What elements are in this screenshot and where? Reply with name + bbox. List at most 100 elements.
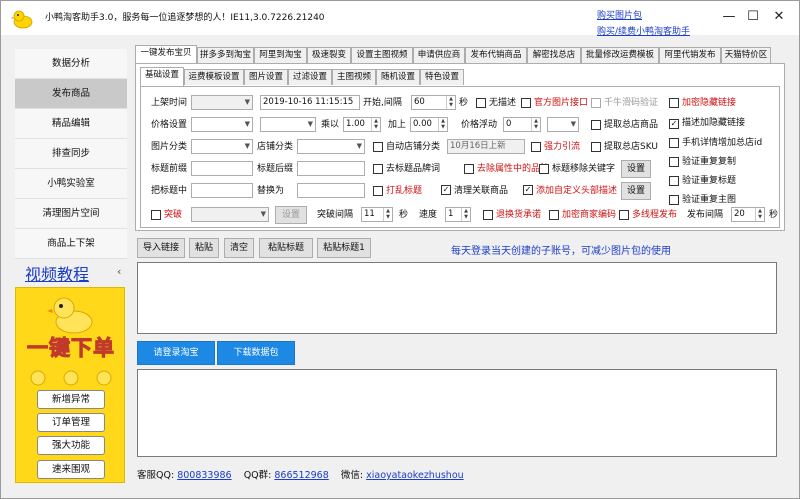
subtab-random[interactable]: 随机设置 [376, 69, 420, 85]
subtab-image[interactable]: 图片设置 [244, 69, 288, 85]
sidebar-item-lab[interactable]: 小鸭实验室 [15, 169, 127, 199]
publish-interval-spinner[interactable]: 20 ▲ ▼ [731, 207, 765, 222]
speed-spinner[interactable]: 1 ▲ ▼ [445, 207, 471, 222]
captcha-checkbox[interactable] [591, 98, 601, 108]
promo-features-button[interactable]: 强大功能 [37, 436, 105, 455]
verify-dup-main-image-checkbox[interactable] [669, 195, 679, 205]
subtab-video[interactable]: 主图视频 [332, 69, 376, 85]
title-bar: 小鸭淘客助手3.0，服务每一位追逐梦想的人！IE11,3.0.7226.2124… [1, 1, 799, 37]
breakthrough-settings-button[interactable]: 设置 [275, 206, 307, 224]
sidebar-item-sync[interactable]: 排查同步 [15, 139, 127, 169]
subtab-basic[interactable]: 基础设置 [140, 67, 184, 86]
remove-keywords-checkbox[interactable] [539, 164, 549, 174]
promo-new-exception-button[interactable]: 新增异常 [37, 390, 105, 409]
subtab-freight[interactable]: 运费模板设置 [184, 69, 244, 85]
official-image-checkbox[interactable] [521, 98, 531, 108]
remove-brand-checkbox[interactable] [373, 164, 383, 174]
remove-attr-brand-checkbox[interactable] [464, 164, 474, 174]
close-button[interactable]: ✕ [767, 9, 791, 27]
interval-spinner[interactable]: 60 ▲ ▼ [411, 95, 456, 110]
extract-store-checkbox[interactable] [591, 120, 601, 130]
shelf-datetime-input[interactable]: 2019-10-16 11:15:15 [260, 95, 360, 110]
hidden-link-checkbox[interactable] [669, 98, 679, 108]
subtab-filter[interactable]: 过滤设置 [288, 69, 332, 85]
link-input-area[interactable] [137, 262, 777, 334]
tab-supplier[interactable]: 申请供应商 [413, 47, 465, 63]
collapse-chevron-icon[interactable]: ‹ [117, 265, 121, 278]
tab-decrypt-store[interactable]: 解密找总店 [527, 47, 581, 63]
tab-fast-split[interactable]: 极速裂变 [307, 47, 351, 63]
promo-watch-button[interactable]: 速来围观 [37, 460, 105, 479]
strong-drain-checkbox[interactable] [531, 142, 541, 152]
main-tab-bar: 一键发布宝贝 拼多多到淘宝 阿里到淘宝 极速裂变 设置主图视频 申请供应商 发布… [135, 45, 785, 64]
price-source-select[interactable]: ▼ [260, 117, 316, 132]
subtab-feature[interactable]: 特色设置 [420, 69, 464, 85]
tab-freight-template[interactable]: 批量修改运费模板 [581, 47, 659, 63]
clean-related-checkbox[interactable]: ✓ [441, 185, 451, 195]
download-data-button[interactable]: 下载数据包 [217, 341, 295, 365]
encrypt-code-label: 加密商家编码 [562, 210, 617, 220]
multithread-checkbox[interactable] [619, 210, 629, 220]
float-unit-select[interactable]: ▼ [547, 117, 579, 132]
log-output-area[interactable] [137, 369, 777, 457]
title-prefix-input[interactable] [191, 161, 253, 176]
describe-hidden-checkbox[interactable]: ✓ [669, 119, 679, 129]
paste-title-1-button[interactable]: 粘贴标题1 [317, 238, 371, 258]
sidebar-item-data-analysis[interactable]: 数据分析 [15, 49, 127, 79]
wechat-link[interactable]: xiaoyataokezhushou [366, 470, 464, 481]
buy-renew-link[interactable]: 购买/续费小鸭淘客助手 [597, 24, 690, 40]
video-tutorial-link[interactable]: 视频教程 [25, 261, 89, 285]
price-mode-select[interactable]: ▼ [191, 117, 253, 132]
promo-order-management-button[interactable]: 订单管理 [37, 413, 105, 432]
login-taobao-button[interactable]: 请登录淘宝 [137, 341, 215, 365]
auto-category-checkbox[interactable] [373, 142, 383, 152]
extract-sku-checkbox[interactable] [591, 142, 601, 152]
minimize-button[interactable]: — [717, 9, 741, 27]
title-replace-input[interactable] [297, 183, 365, 198]
qq-group-link[interactable]: 866512968 [274, 470, 328, 481]
add-custom-header-checkbox[interactable]: ✓ [523, 185, 533, 195]
tab-pdd-to-taobao[interactable]: 拼多多到淘宝 [197, 47, 254, 63]
clear-button[interactable]: 清空 [224, 238, 254, 258]
title-suffix-input[interactable] [297, 161, 365, 176]
tab-ali-to-taobao[interactable]: 阿里到淘宝 [254, 47, 307, 63]
paste-button[interactable]: 粘贴 [189, 238, 219, 258]
refund-promise-checkbox[interactable] [483, 210, 493, 220]
tab-tmall-special[interactable]: 天猫特价区 [721, 47, 771, 63]
breakthrough-checkbox[interactable] [151, 210, 161, 220]
custom-header-settings-button[interactable]: 设置 [621, 182, 651, 200]
title-find-input[interactable] [191, 183, 253, 198]
tab-consign[interactable]: 发布代销商品 [465, 47, 527, 63]
tab-ali-consign[interactable]: 阿里代销发布 [659, 47, 721, 63]
image-category-select[interactable]: ▼ [191, 139, 253, 154]
remove-keywords-settings-button[interactable]: 设置 [621, 160, 651, 178]
store-category-select[interactable]: ▼ [297, 139, 365, 154]
sidebar-item-publish[interactable]: 发布商品 [15, 79, 127, 109]
buy-image-pack-link[interactable]: 购买图片包 [597, 8, 690, 24]
tab-main-video[interactable]: 设置主图视频 [351, 47, 413, 63]
float-spinner[interactable]: 0 ▲ ▼ [503, 117, 541, 132]
shuffle-title-checkbox[interactable] [373, 186, 383, 196]
tab-one-click-publish[interactable]: 一键发布宝贝 [135, 45, 197, 64]
qq-link[interactable]: 800833986 [177, 470, 231, 481]
mobile-detail-checkbox[interactable] [669, 138, 679, 148]
sidebar-item-clean-images[interactable]: 清理图片空间 [15, 199, 127, 229]
paste-title-button[interactable]: 粘贴标题 [259, 238, 313, 258]
verify-dup-title-checkbox[interactable] [669, 176, 679, 186]
new-arrival-date-input[interactable]: 10月16日上新 [447, 139, 525, 154]
promo-banner: 一键下单 [27, 336, 115, 361]
mobile-detail-label: 手机详情增加总店id [682, 138, 763, 148]
sidebar-item-fine-edit[interactable]: 精品编辑 [15, 109, 127, 139]
maximize-button[interactable]: ☐ [741, 9, 765, 27]
multiply-spinner[interactable]: 1.00 ▲ ▼ [343, 117, 381, 132]
store-category-label: 店铺分类 [257, 142, 294, 152]
encrypt-code-checkbox[interactable] [549, 210, 559, 220]
sidebar-item-shelf[interactable]: 商品上下架 [15, 229, 127, 259]
breakthrough-select[interactable]: ▼ [191, 207, 269, 222]
import-link-button[interactable]: 导入链接 [137, 238, 185, 258]
add-spinner[interactable]: 0.00 ▲ ▼ [410, 117, 448, 132]
shelf-time-select[interactable]: ▼ [191, 95, 253, 110]
no-watermark-checkbox[interactable] [476, 98, 486, 108]
breakthrough-interval-spinner[interactable]: 11 ▲ ▼ [361, 207, 393, 222]
verify-dup-copy-checkbox[interactable] [669, 157, 679, 167]
